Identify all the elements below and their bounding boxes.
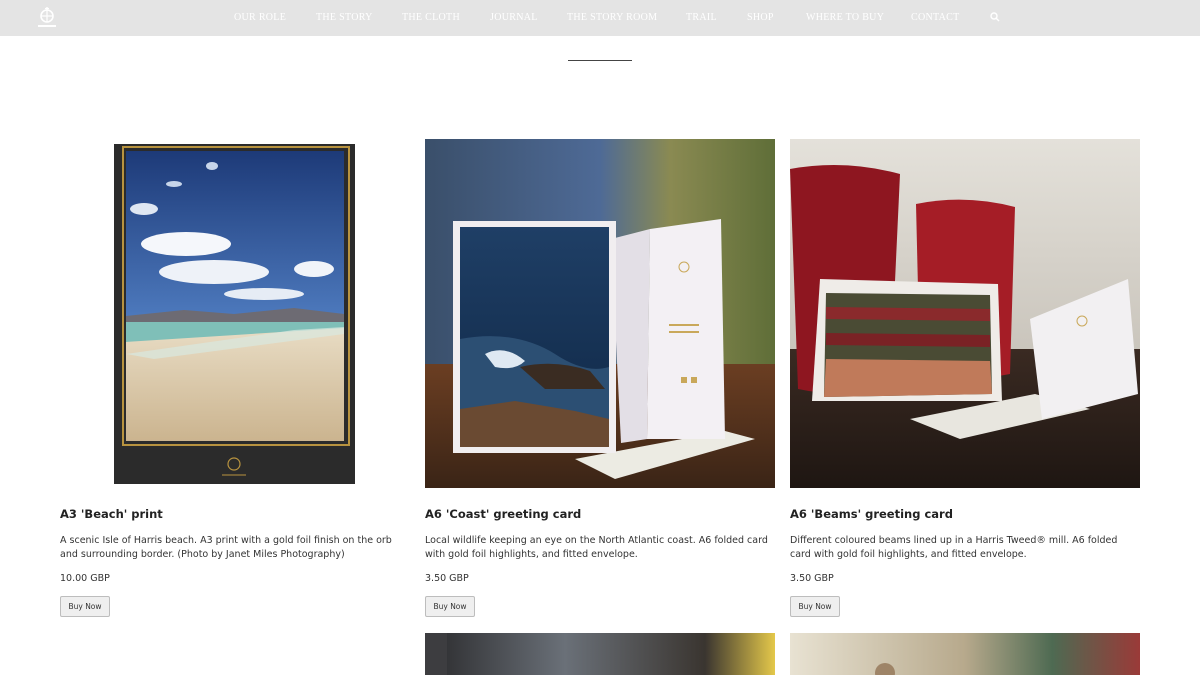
- product-price: 3.50 GBP: [790, 573, 834, 584]
- product-description: Local wildlife keeping an eye on the Nor…: [425, 535, 768, 560]
- nav-item-our-role[interactable]: OUR ROLE: [234, 12, 286, 23]
- nav-item-the-story[interactable]: THE STORY: [316, 12, 373, 23]
- product-price: 10.00 GBP: [60, 573, 110, 584]
- product-image-next-row-2[interactable]: [790, 633, 1140, 675]
- next-product-photo: [790, 633, 1140, 675]
- nav-item-journal[interactable]: JOURNAL: [490, 12, 538, 23]
- buy-now-button[interactable]: Buy Now: [425, 596, 475, 617]
- coast-card-photo: [425, 139, 775, 488]
- next-product-photo: [425, 633, 775, 675]
- product-image-beach-print[interactable]: [114, 144, 355, 484]
- buy-now-button[interactable]: Buy Now: [790, 596, 840, 617]
- product-image-beams-card[interactable]: [790, 139, 1140, 488]
- product-title[interactable]: A3 'Beach' print: [60, 507, 163, 521]
- product-image-next-row-1[interactable]: [425, 633, 775, 675]
- product-description: Different coloured beams lined up in a H…: [790, 535, 1118, 560]
- beach-print-artwork: [122, 146, 350, 476]
- beams-card-photo: [790, 139, 1140, 488]
- nav-item-where-to-buy[interactable]: WHERE TO BUY: [806, 12, 884, 23]
- nav-item-the-cloth[interactable]: THE CLOTH: [402, 12, 460, 23]
- product-title[interactable]: A6 'Beams' greeting card: [790, 507, 953, 521]
- section-divider: [568, 60, 632, 61]
- nav-item-contact[interactable]: CONTACT: [911, 12, 960, 23]
- nav-item-trail[interactable]: TRAIL: [686, 12, 717, 23]
- nav-item-the-story-room[interactable]: THE STORY ROOM: [567, 12, 657, 23]
- product-price: 3.50 GBP: [425, 573, 469, 584]
- main-nav: OUR ROLE THE STORY THE CLOTH JOURNAL THE…: [0, 0, 1200, 36]
- search-icon[interactable]: [990, 12, 1000, 22]
- product-title[interactable]: A6 'Coast' greeting card: [425, 507, 581, 521]
- product-image-coast-card[interactable]: [425, 139, 775, 488]
- product-description: A scenic Isle of Harris beach. A3 print …: [60, 535, 392, 560]
- nav-item-shop[interactable]: SHOP: [747, 12, 774, 23]
- site-header: OUR ROLE THE STORY THE CLOTH JOURNAL THE…: [0, 0, 1200, 36]
- buy-now-button[interactable]: Buy Now: [60, 596, 110, 617]
